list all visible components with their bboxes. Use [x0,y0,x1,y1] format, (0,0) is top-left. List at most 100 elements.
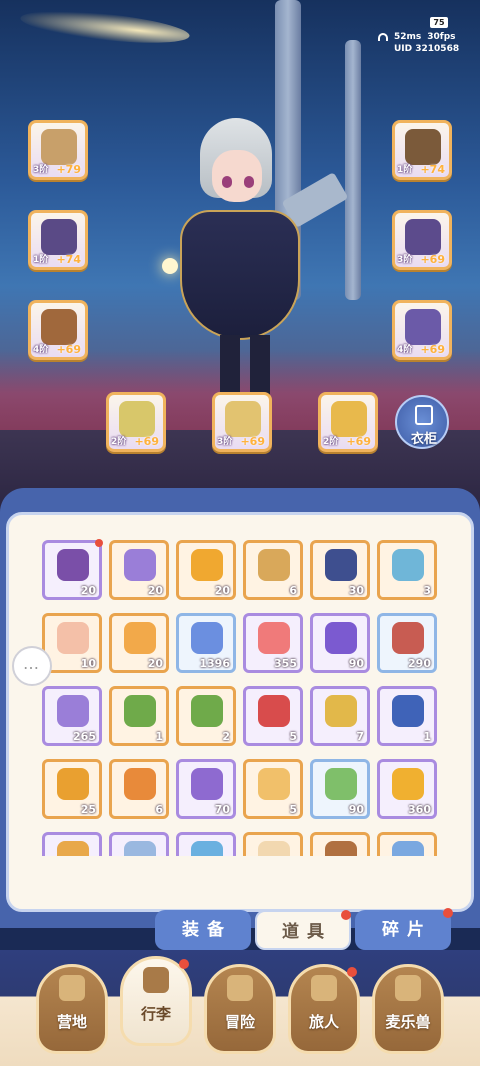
inventory-item[interactable]: 355 [243,613,303,673]
item-icon [258,549,290,581]
item-icon [191,549,223,581]
nav-行李[interactable]: 行李 [120,956,192,1046]
equip-slot-armor[interactable]: 1阶 +74 [28,210,88,270]
nav-label: 旅人 [308,1013,339,1031]
item-count: 6 [289,584,297,597]
equip-tier: 3阶 [33,165,49,175]
item-count: 1 [423,730,431,743]
character-body [180,210,300,340]
necklace-icon [225,401,261,437]
notification-dot [347,967,357,977]
wardrobe-button[interactable]: 衣柜 [395,395,449,449]
nav-icon [311,975,337,1001]
nav-label: 麦乐兽 [385,1013,431,1031]
light-streak [19,5,191,49]
inventory-item[interactable]: 6 [109,759,169,819]
nav-冒险[interactable]: 冒险 [204,964,276,1054]
item-icon [325,768,357,800]
inventory-item[interactable] [243,832,303,856]
nav-旅人[interactable]: 旅人 [288,964,360,1054]
equip-tier: 1阶 [397,165,413,175]
equip-slot-gloves[interactable]: 3阶 +69 [392,210,452,270]
character-eye [222,176,232,188]
item-icon [57,549,89,581]
item-icon [191,768,223,800]
inventory-item[interactable] [377,832,437,856]
inventory-item[interactable]: 90 [310,759,370,819]
inventory-item[interactable]: 360 [377,759,437,819]
equip-slot-necklace[interactable]: 3阶 +69 [212,392,272,452]
item-count: 7 [356,730,364,743]
nav-营地[interactable]: 营地 [36,964,108,1054]
fps: 30fps [427,32,456,42]
tab-道具[interactable]: 道具 [255,910,351,950]
armor-icon [41,219,77,255]
inventory-item[interactable] [109,832,169,856]
inventory-item[interactable]: 1 [109,686,169,746]
equip-slot-weapon[interactable]: 3阶 +79 [28,120,88,180]
nav-icon [59,975,85,1001]
inventory-item[interactable] [42,832,102,856]
wifi-icon [378,33,388,41]
inventory-item[interactable]: 3 [377,540,437,600]
inventory-item[interactable]: 20 [109,613,169,673]
uid-label: UID 3210568 [394,44,460,54]
item-icon [57,768,89,800]
item-icon [258,768,290,800]
weapon-icon [41,129,77,165]
item-count: 360 [408,803,431,816]
item-icon [124,695,156,727]
inventory-item[interactable]: 1396 [176,613,236,673]
inventory-item[interactable]: 7 [310,686,370,746]
nav-麦乐兽[interactable]: 麦乐兽 [372,964,444,1054]
item-icon [325,622,357,654]
inventory-item[interactable]: 20 [109,540,169,600]
item-count: 2 [222,730,230,743]
inventory-item[interactable]: 5 [243,686,303,746]
wardrobe-label: 衣柜 [410,432,437,447]
item-icon [392,549,424,581]
item-count: 90 [348,657,364,670]
tab-装备[interactable]: 装备 [155,910,251,950]
notification-dot [443,908,453,918]
equip-tier: 1阶 [33,255,49,265]
inventory-item[interactable]: 5 [243,759,303,819]
item-icon [124,622,156,654]
equip-slot-pants[interactable]: 4阶 +69 [28,300,88,360]
inventory-scroll[interactable]: 20 20 20 6 30 3 10 20 1396 355 90 290 265 1 2 5 7 1 25 6 70 5… [30,530,448,856]
latency: 52ms [394,32,422,42]
item-count: 1 [155,730,163,743]
inventory-item[interactable]: 290 [377,613,437,673]
item-icon [325,695,357,727]
tab-碎片[interactable]: 碎片 [355,908,453,950]
equip-slot-ring[interactable]: 2阶 +69 [106,392,166,452]
inventory-item[interactable]: 90 [310,613,370,673]
inventory-item[interactable]: 30 [310,540,370,600]
inventory-item[interactable] [176,832,236,856]
inventory-item[interactable]: 6 [243,540,303,600]
item-count: 6 [155,803,163,816]
equip-enhance: +74 [420,163,445,176]
equip-slot-earring[interactable]: 2阶 +69 [318,392,378,452]
inventory-item[interactable]: 20 [176,540,236,600]
inventory-item[interactable]: 20 [42,539,103,600]
inventory-item[interactable] [310,832,370,856]
inventory-item[interactable]: 265 [42,686,102,746]
inventory-item[interactable]: 70 [176,759,236,819]
gloves-icon [405,219,441,255]
nav-label: 营地 [56,1013,87,1031]
item-count: 30 [348,584,364,597]
equip-enhance: +69 [346,435,371,448]
equip-slot-helmet[interactable]: 1阶 +74 [392,120,452,180]
nav-icon [395,975,421,1001]
equip-enhance: +69 [420,253,445,266]
inventory-item[interactable]: 25 [42,759,102,819]
equip-enhance: +74 [56,253,81,266]
chat-bubble-button[interactable] [12,646,52,686]
inventory-item[interactable]: 2 [176,686,236,746]
item-icon [124,841,156,856]
equip-slot-boots[interactable]: 4阶 +69 [392,300,452,360]
item-icon [392,695,424,727]
item-count: 5 [289,803,297,816]
inventory-item[interactable]: 1 [377,686,437,746]
